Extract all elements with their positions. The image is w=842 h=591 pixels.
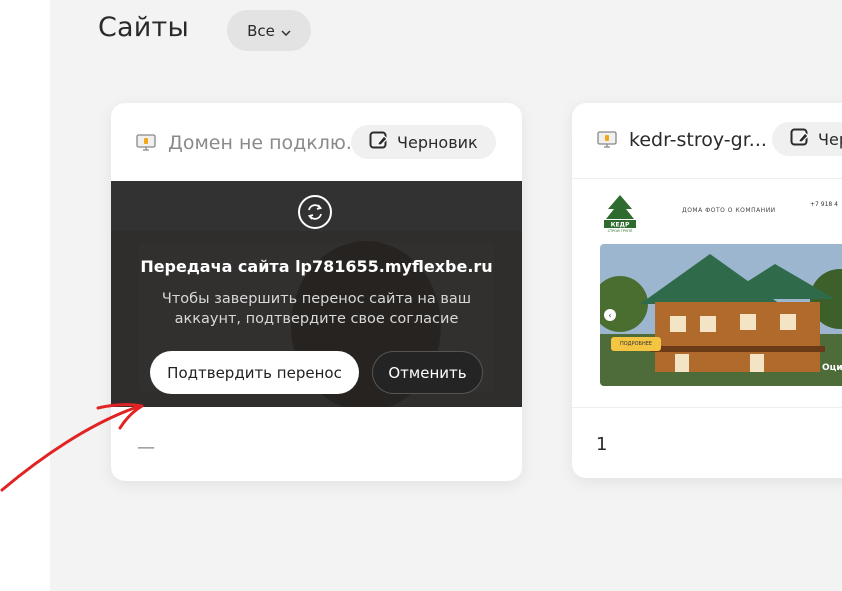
site-more-button: ПОДРОБНЕЕ [611,337,661,351]
chevron-down-icon [281,22,291,40]
site-logo-text: КЕДР [611,222,630,229]
transfer-title: Передача сайта lp781655.myflexbe.ru [140,257,493,276]
site-logo: КЕДР СТРОЙ ГРУПП [602,193,638,233]
site-card-header: Домен не подклю... Черновик [111,103,522,181]
site-preview: Передача сайта lp781655.myflexbe.ru Чтоб… [111,181,522,407]
site-stat: 1 [596,434,608,455]
site-domain[interactable]: kedr-stroy-gr... [629,129,767,151]
site-domain[interactable]: Домен не подклю... [168,132,364,154]
site-stat: — [137,437,155,458]
transfer-overlay: Передача сайта lp781655.myflexbe.ru Чтоб… [111,181,522,407]
confirm-transfer-button[interactable]: Подтвердить перенос [150,351,359,394]
edit-page-icon [790,128,810,150]
site-card-footer: 1 [572,407,842,478]
site-card[interactable]: kedr-stroy-gr... Черновик КЕДР СТРОЙ ГРУ… [572,103,842,478]
edit-page-icon [369,131,389,153]
draft-label: Черновик [397,132,478,152]
house-image [600,244,842,386]
chevron-left-icon: ‹ [604,309,616,321]
site-caption: Оци [822,363,842,373]
site-logo-subtext: СТРОЙ ГРУПП [608,228,633,233]
draft-button[interactable]: Черновик [351,125,496,159]
filter-dropdown[interactable]: Все [227,10,311,51]
draft-button[interactable]: Черновик [772,122,842,156]
site-nav: ДОМА ФОТО О КОМПАНИИ [682,207,776,214]
site-preview: КЕДР СТРОЙ ГРУПП ДОМА ФОТО О КОМПАНИИ +7… [572,178,842,407]
filter-label: Все [247,21,275,40]
monitor-icon [597,131,617,149]
transfer-text: Чтобы завершить перенос сайта на ваш акк… [161,291,472,327]
site-phone: +7 918 4 [810,201,838,208]
page-title: Сайты [98,12,189,43]
transfer-icon [298,195,332,229]
draft-label: Черновик [818,129,842,149]
site-card-footer: — [111,407,522,481]
monitor-icon [136,134,156,152]
cancel-transfer-button[interactable]: Отменить [372,351,483,394]
site-card-header: kedr-stroy-gr... Черновик [572,103,842,181]
site-card[interactable]: Домен не подклю... Черновик Передача сай… [111,103,522,481]
